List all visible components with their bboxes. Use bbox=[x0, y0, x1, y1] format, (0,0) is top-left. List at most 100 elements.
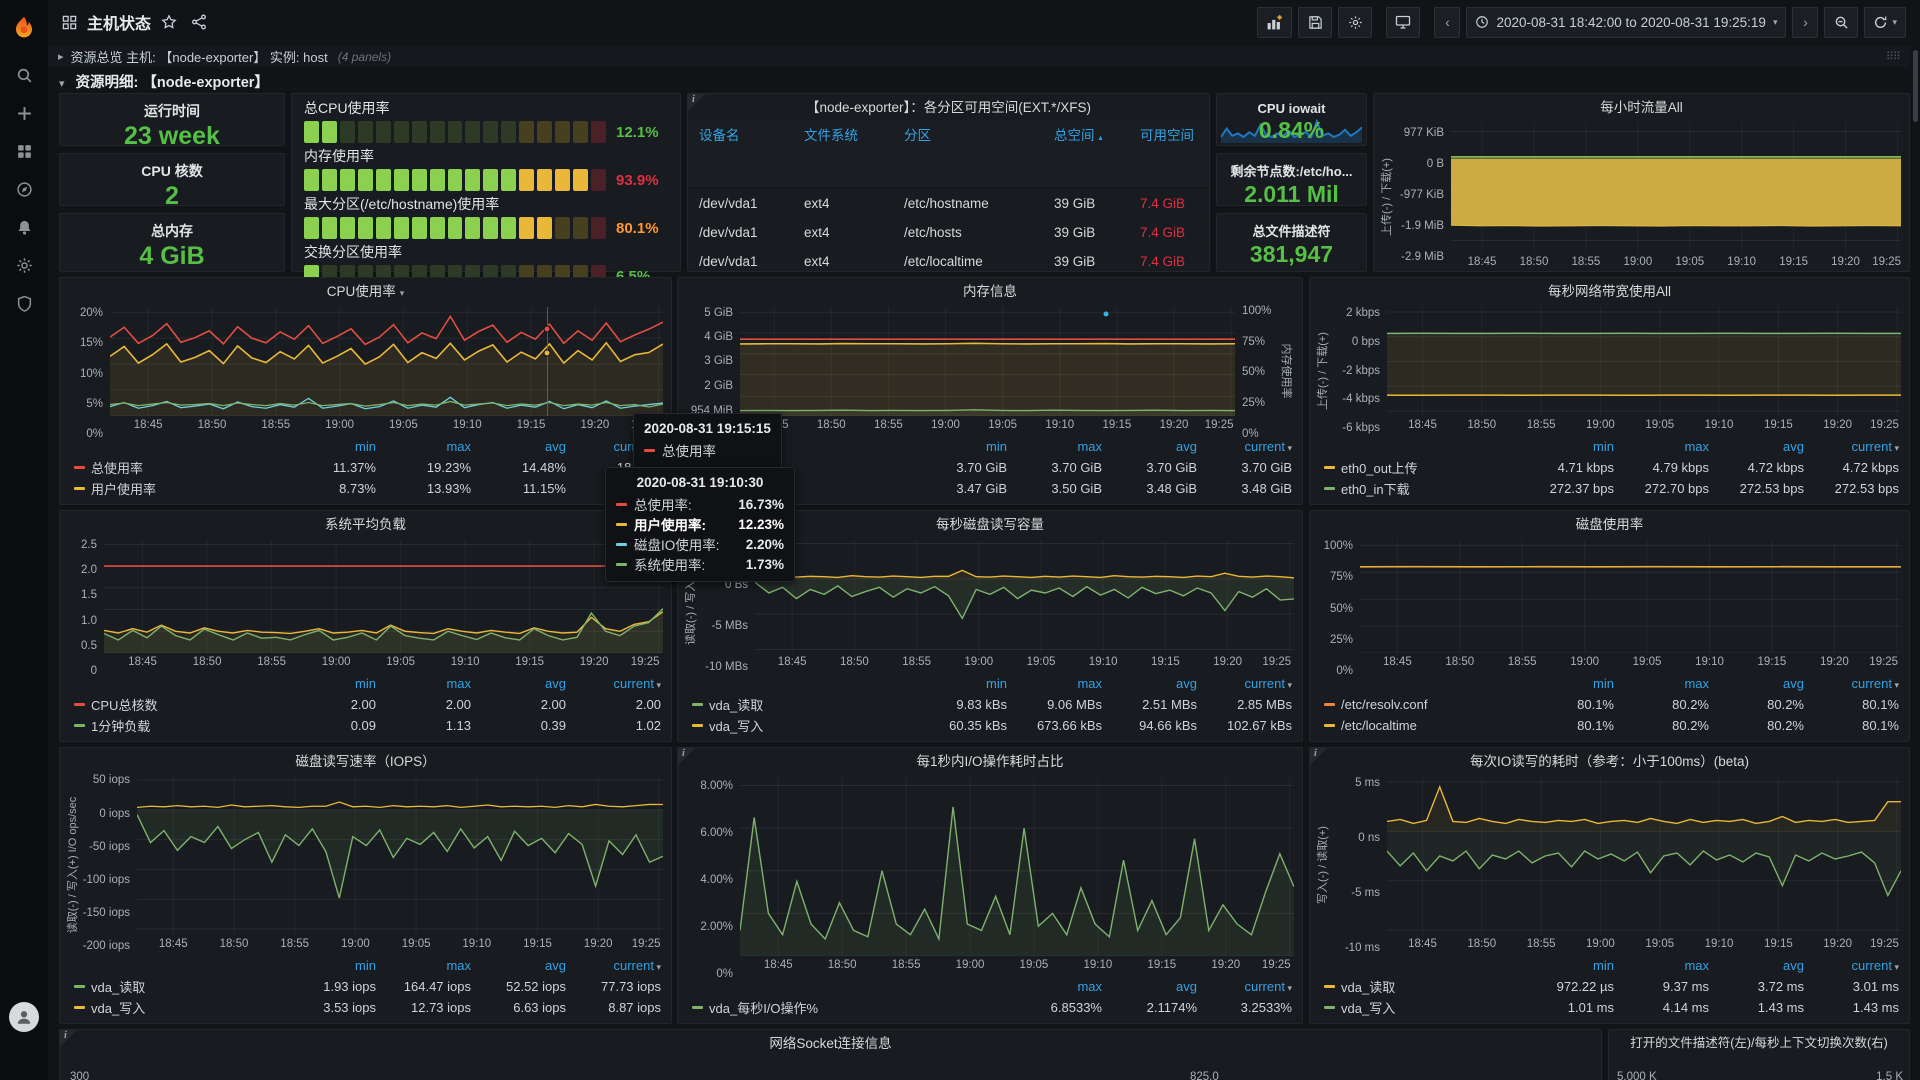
graph-panel-disk-usage[interactable]: 磁盘使用率 100%75%50%25%0% 18:4518:5018:5519:… bbox=[1309, 510, 1910, 742]
plot-area[interactable] bbox=[740, 307, 1235, 416]
legend-column-header[interactable]: current ▾ bbox=[1804, 439, 1899, 454]
legend-column-header[interactable]: max bbox=[1007, 439, 1102, 454]
legend-column-header[interactable]: max bbox=[376, 676, 471, 691]
admin-shield-icon[interactable] bbox=[0, 284, 48, 322]
graph-panel-io-time-percent[interactable]: i 每1秒内I/O操作耗时占比 8.00%6.00%4.00%2.00%0% 1… bbox=[677, 747, 1303, 1024]
row-overview-collapsed[interactable]: ▸ 资源总览 主机: 【node-exporter】 实例: host (4 p… bbox=[48, 46, 1910, 67]
plot-area[interactable] bbox=[755, 540, 1294, 653]
panel-title[interactable]: 内存信息 bbox=[678, 278, 1302, 305]
graph-panel-io-latency[interactable]: i 每次IO读写的耗时（参考：小于100ms）(beta) 写入(-) / 读取… bbox=[1309, 747, 1910, 1024]
legend-series-toggle[interactable]: vda_读取 bbox=[1324, 977, 1519, 996]
legend-column-header[interactable]: avg bbox=[1102, 439, 1197, 454]
legend-series-toggle[interactable]: vda_每秒I/O操作% bbox=[692, 998, 1007, 1017]
row-drag-handle[interactable]: ⠿⠿ bbox=[1886, 50, 1900, 63]
plot-area[interactable] bbox=[110, 307, 663, 416]
table-row[interactable]: /dev/vda1ext4/etc/localtime39 GiB7.4 GiB… bbox=[689, 247, 1208, 270]
legend-series-toggle[interactable]: vda_读取 bbox=[74, 977, 281, 996]
panel-title[interactable]: 打开的文件描述符(左)/每秒上下文切换次数(右) bbox=[1609, 1030, 1909, 1057]
plot-area[interactable] bbox=[1360, 540, 1901, 653]
search-icon[interactable] bbox=[0, 56, 48, 94]
dashboard-title[interactable]: 主机状态 bbox=[87, 10, 151, 34]
legend-column-header[interactable]: min bbox=[1519, 958, 1614, 973]
legend-series-toggle[interactable]: eth0_in下载 bbox=[1324, 479, 1519, 498]
share-icon[interactable] bbox=[191, 14, 207, 30]
tv-mode-button[interactable] bbox=[1386, 7, 1420, 38]
refresh-button[interactable]: ▾ bbox=[1864, 7, 1906, 38]
legend-column-header[interactable]: max bbox=[1614, 958, 1709, 973]
panel-menu-caret-icon[interactable]: ▾ bbox=[400, 288, 405, 298]
legend-column-header[interactable]: min bbox=[912, 439, 1007, 454]
stat-panel-cpu-iowait[interactable]: CPU iowait 0.84% bbox=[1216, 93, 1367, 146]
refresh-interval-caret[interactable]: ▾ bbox=[1892, 17, 1897, 28]
plot-area[interactable] bbox=[740, 777, 1294, 956]
alerting-bell-icon[interactable] bbox=[0, 208, 48, 246]
row-detail-header[interactable]: ▾ 资源明细: 【node-exporter】 bbox=[59, 71, 269, 92]
graph-panel-system-load[interactable]: 系统平均负载 2.52.01.51.00.50 18:4518:5018:551… bbox=[59, 510, 672, 742]
legend-column-header[interactable]: max bbox=[1614, 439, 1709, 454]
graph-panel-cpu-usage[interactable]: CPU使用率▾ 20%15%10%5%0% 18:4518:5018:5519:… bbox=[59, 277, 672, 505]
stat-panel-free-inodes[interactable]: 剩余节点数:/etc/ho... 2.011 Mil bbox=[1216, 153, 1367, 206]
user-avatar[interactable] bbox=[9, 1002, 39, 1032]
legend-series-toggle[interactable]: vda_写入 bbox=[1324, 998, 1519, 1017]
legend-column-header[interactable]: avg bbox=[1102, 979, 1197, 994]
time-range-picker[interactable]: 2020-08-31 18:42:00 to 2020-08-31 19:25:… bbox=[1466, 7, 1786, 38]
legend-column-header[interactable]: current ▾ bbox=[1197, 676, 1292, 691]
panel-title[interactable]: 系统平均负载 bbox=[60, 511, 671, 538]
plot-area[interactable] bbox=[1451, 123, 1901, 253]
panel-title[interactable]: 磁盘读写速率（IOPS） bbox=[60, 748, 671, 775]
table-column-header[interactable]: 可用空间 bbox=[1140, 124, 1208, 184]
legend-column-header[interactable]: max bbox=[376, 439, 471, 454]
create-plus-icon[interactable] bbox=[0, 94, 48, 132]
panel-title[interactable]: 【node-exporter】：各分区可用空间(EXT.*/XFS) bbox=[688, 94, 1209, 121]
graph-panel-file-descriptors-context-switches[interactable]: 打开的文件描述符(左)/每秒上下文切换次数(右) 5.000 K 1.5 K bbox=[1608, 1029, 1910, 1080]
legend-column-header[interactable]: avg bbox=[471, 958, 566, 973]
time-back-button[interactable]: ‹ bbox=[1434, 7, 1460, 38]
dashboards-grid-icon[interactable] bbox=[0, 132, 48, 170]
legend-series-toggle[interactable]: 用户使用率 bbox=[74, 479, 281, 498]
legend-column-header[interactable]: min bbox=[1519, 439, 1614, 454]
table-column-header[interactable]: 总空间▴ bbox=[1054, 124, 1140, 184]
grafana-logo-icon[interactable] bbox=[0, 0, 48, 56]
favorite-star-icon[interactable] bbox=[161, 14, 177, 30]
legend-column-header[interactable]: min bbox=[1519, 676, 1614, 691]
plot-area[interactable] bbox=[137, 777, 663, 935]
dashboard-grid-icon[interactable] bbox=[62, 15, 77, 30]
legend-column-header[interactable]: min bbox=[912, 676, 1007, 691]
legend-series-toggle[interactable]: CPU总核数 bbox=[74, 695, 281, 714]
time-forward-button[interactable]: › bbox=[1792, 7, 1818, 38]
configuration-gear-icon[interactable] bbox=[0, 246, 48, 284]
plot-area[interactable] bbox=[104, 540, 663, 653]
legend-series-toggle[interactable]: vda_读取 bbox=[692, 695, 912, 714]
stat-panel-total-memory[interactable]: 总内存 4 GiB bbox=[59, 213, 285, 272]
legend-column-header[interactable]: avg bbox=[471, 439, 566, 454]
legend-column-header[interactable]: avg bbox=[1709, 676, 1804, 691]
scrollbar-thumb[interactable] bbox=[1913, 50, 1918, 122]
stat-panel-cpu-cores[interactable]: CPU 核数 2 bbox=[59, 153, 285, 206]
graph-panel-network-sockets[interactable]: i 网络Socket连接信息 300 825.0 bbox=[59, 1029, 1602, 1080]
table-column-header[interactable]: 分区 bbox=[904, 124, 1054, 184]
legend-column-header[interactable]: max bbox=[1007, 979, 1102, 994]
panel-title[interactable]: 每小时流量All bbox=[1374, 94, 1909, 121]
legend-column-header[interactable]: current ▾ bbox=[1197, 439, 1292, 454]
plot-area[interactable] bbox=[1387, 777, 1901, 935]
legend-column-header[interactable]: avg bbox=[1709, 439, 1804, 454]
stat-panel-file-descriptors[interactable]: 总文件描述符 381,947 bbox=[1216, 213, 1367, 272]
graph-panel-disk-iops[interactable]: 磁盘读写速率（IOPS） 读取(-) / 写入(+) I/O ops/sec 5… bbox=[59, 747, 672, 1024]
legend-column-header[interactable]: current ▾ bbox=[566, 958, 661, 973]
dashboard-settings-button[interactable] bbox=[1338, 7, 1372, 38]
legend-column-header[interactable]: avg bbox=[1102, 676, 1197, 691]
legend-series-toggle[interactable]: /etc/localtime bbox=[1324, 718, 1519, 733]
legend-column-header[interactable]: avg bbox=[1709, 958, 1804, 973]
info-icon[interactable]: i bbox=[1314, 748, 1317, 759]
panel-title[interactable]: 每秒网络带宽使用All bbox=[1310, 278, 1909, 305]
info-icon[interactable]: i bbox=[64, 1030, 67, 1041]
stat-panel-uptime[interactable]: 运行时间 23 week bbox=[59, 93, 285, 146]
add-panel-button[interactable] bbox=[1257, 7, 1292, 38]
panel-title[interactable]: 每1秒内I/O操作耗时占比 bbox=[678, 748, 1302, 775]
graph-panel-network-bandwidth[interactable]: 每秒网络带宽使用All 上传(-) / 下载(+) 2 kbps0 bps-2 … bbox=[1309, 277, 1910, 505]
legend-series-toggle[interactable]: vda_写入 bbox=[74, 998, 281, 1017]
explore-compass-icon[interactable] bbox=[0, 170, 48, 208]
panel-title[interactable]: 磁盘使用率 bbox=[1310, 511, 1909, 538]
plot-area[interactable] bbox=[1387, 307, 1901, 416]
legend-column-header[interactable]: min bbox=[281, 676, 376, 691]
